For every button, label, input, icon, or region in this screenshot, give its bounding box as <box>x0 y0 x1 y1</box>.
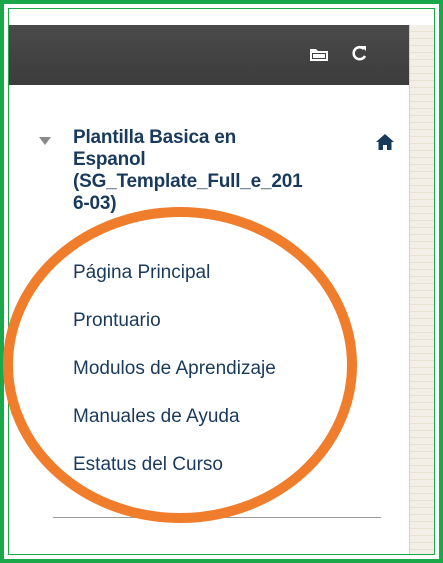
course-menu-toolbar <box>9 25 409 85</box>
nav-item-estatus-del-curso[interactable]: Estatus del Curso <box>73 453 223 477</box>
nav-item-modulos-de-aprendizaje[interactable]: Modulos de Aprendizaje <box>73 357 276 381</box>
refresh-icon[interactable] <box>349 43 369 63</box>
nav-item-manuales-de-ayuda[interactable]: Manuales de Ayuda <box>73 405 240 429</box>
screenshot-frame: Plantilla Basica en Espanol (SG_Template… <box>0 0 443 563</box>
home-icon[interactable] <box>375 133 395 151</box>
nav-item-prontuario[interactable]: Prontuario <box>73 309 161 333</box>
menu-divider <box>53 517 381 518</box>
course-menu-panel: Plantilla Basica en Espanol (SG_Template… <box>8 8 435 555</box>
content-area-edge <box>409 25 434 554</box>
nav-item-pagina-principal[interactable]: Página Principal <box>73 261 210 285</box>
folder-icon[interactable] <box>309 45 329 63</box>
course-title-link[interactable]: Plantilla Basica en Espanol (SG_Template… <box>73 127 373 215</box>
course-menu: Plantilla Basica en Espanol (SG_Template… <box>9 85 409 554</box>
triangle-down-icon[interactable] <box>39 137 51 145</box>
